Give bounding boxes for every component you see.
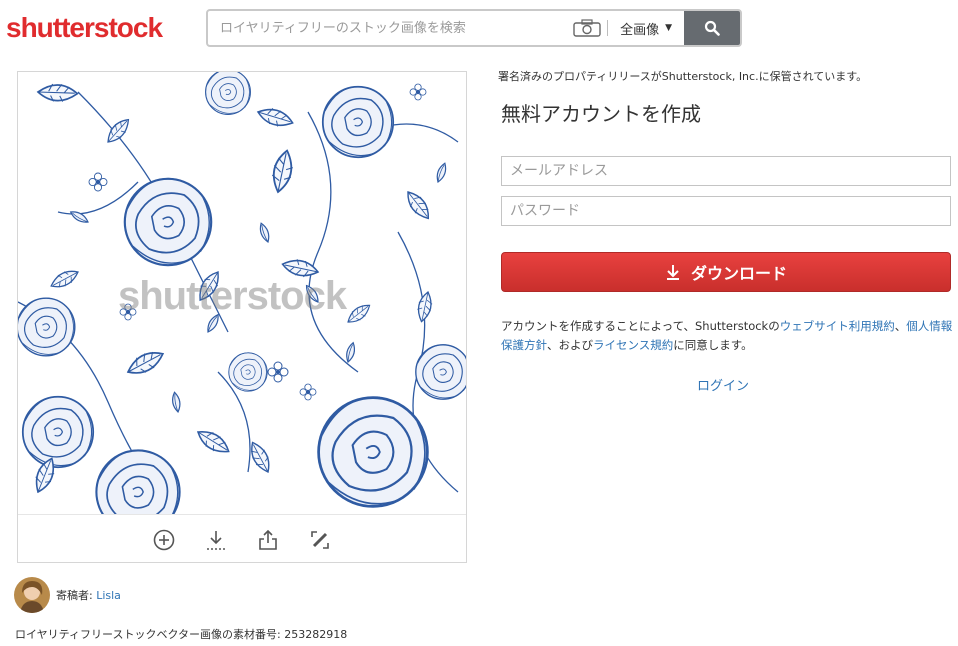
contributor: 寄稿者: Lisla bbox=[14, 577, 121, 613]
preview-image[interactable]: shutterstock bbox=[18, 72, 466, 514]
image-type-label: 全画像 bbox=[620, 22, 660, 38]
login-link[interactable]: ログイン bbox=[697, 375, 749, 394]
terms-separator: 、 bbox=[894, 319, 907, 333]
contributor-label: 寄稿者: bbox=[56, 589, 97, 602]
terms-part2: 、および bbox=[547, 338, 593, 352]
caret-down-icon: ▼ bbox=[665, 23, 672, 33]
terms-part3: に同意します。 bbox=[673, 338, 753, 352]
signup-title: 無料アカウントを作成 bbox=[501, 102, 701, 126]
camera-icon[interactable] bbox=[567, 11, 607, 45]
download-label: ダウンロード bbox=[690, 264, 787, 283]
share-icon[interactable] bbox=[253, 525, 283, 555]
image-toolbar bbox=[18, 514, 466, 564]
terms-text: アカウントを作成することによって、Shutterstockのウェブサイト利用規約… bbox=[501, 317, 953, 355]
image-type-select[interactable]: 全画像 ▼ bbox=[608, 11, 684, 45]
watermark: shutterstock bbox=[118, 274, 347, 318]
download-icon[interactable] bbox=[201, 525, 231, 555]
contributor-link[interactable]: Lisla bbox=[96, 589, 121, 602]
asset-id: ロイヤリティフリーストックベクター画像の素材番号: 253282918 bbox=[15, 628, 348, 641]
search-button[interactable] bbox=[684, 11, 740, 45]
plus-circle-icon[interactable] bbox=[149, 525, 179, 555]
release-note: 署名済みのプロパティリリースがShutterstock, Inc.に保管されてい… bbox=[498, 70, 868, 83]
search-bar: 全画像 ▼ bbox=[206, 9, 742, 47]
password-field[interactable] bbox=[501, 196, 951, 226]
terms-part1: アカウントを作成することによって、Shutterstockの bbox=[501, 319, 780, 333]
website-terms-link[interactable]: ウェブサイト利用規約 bbox=[780, 319, 895, 333]
edit-icon[interactable] bbox=[305, 525, 335, 555]
email-field[interactable] bbox=[501, 156, 951, 186]
contributor-text: 寄稿者: Lisla bbox=[56, 587, 121, 603]
download-icon bbox=[665, 264, 681, 280]
shutterstock-logo[interactable]: shutterstock bbox=[6, 11, 163, 45]
download-button[interactable]: ダウンロード bbox=[501, 252, 951, 292]
license-terms-link[interactable]: ライセンス規約 bbox=[593, 338, 673, 352]
search-icon bbox=[704, 20, 720, 36]
avatar[interactable] bbox=[14, 577, 50, 613]
image-preview-card: shutterstock bbox=[17, 71, 467, 563]
search-input[interactable] bbox=[208, 11, 568, 45]
